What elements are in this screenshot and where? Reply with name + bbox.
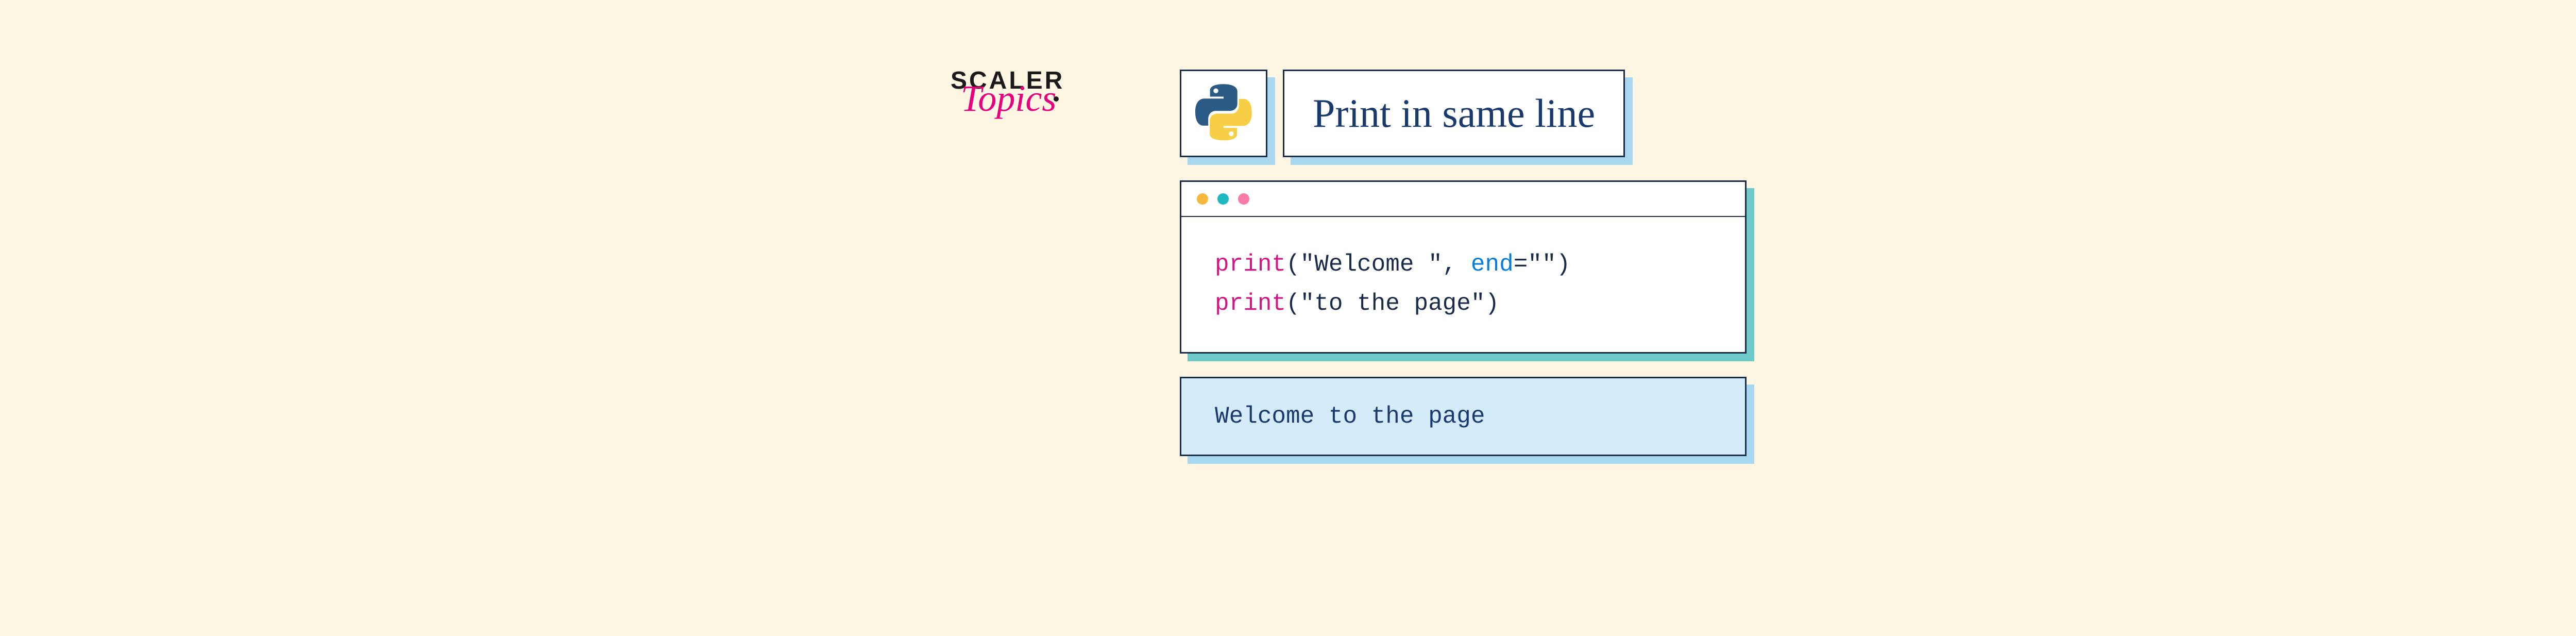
window-dot-cyan — [1217, 193, 1229, 205]
title-text: Print in same line — [1313, 90, 1595, 137]
python-icon-card — [1180, 70, 1267, 157]
output-text: Welcome to the page — [1215, 403, 1485, 430]
scaler-topics-logo: SCALER Topics — [951, 70, 1064, 110]
code-block: print("Welcome ", end="") print("to the … — [1181, 217, 1745, 352]
title-card: Print in same line — [1283, 70, 1625, 157]
code-editor-card: print("Welcome ", end="") print("to the … — [1180, 180, 1747, 354]
window-controls — [1181, 182, 1745, 217]
python-icon — [1195, 84, 1252, 143]
code-line-1: print("Welcome ", end="") — [1215, 245, 1711, 284]
output-card: Welcome to the page — [1180, 377, 1747, 456]
window-dot-pink — [1238, 193, 1249, 205]
code-line-2: print("to the page") — [1215, 284, 1711, 324]
window-dot-yellow — [1197, 193, 1208, 205]
logo-line2: Topics — [961, 89, 1064, 108]
